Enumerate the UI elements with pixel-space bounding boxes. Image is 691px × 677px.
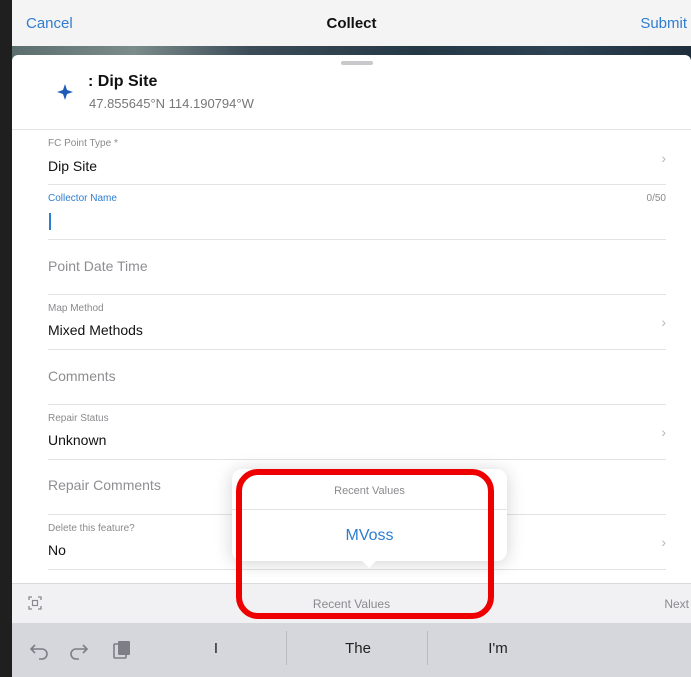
suggestion-item[interactable]: The bbox=[298, 640, 418, 657]
chevron-right-icon: › bbox=[661, 424, 666, 440]
field-label: FC Point Type * bbox=[48, 138, 118, 149]
undo-icon[interactable] bbox=[28, 639, 50, 661]
feature-coordinates: 47.855645°N 114.190794°W bbox=[89, 96, 254, 111]
text-cursor bbox=[49, 213, 51, 230]
field-fc-point-type[interactable]: FC Point Type * Dip Site › bbox=[48, 130, 666, 185]
field-placeholder: Comments bbox=[48, 368, 116, 384]
chevron-right-icon: › bbox=[661, 534, 666, 550]
chevron-right-icon: › bbox=[661, 314, 666, 330]
field-label: Map Method bbox=[48, 303, 104, 314]
field-value: Dip Site bbox=[48, 158, 98, 174]
field-placeholder: Point Date Time bbox=[48, 258, 148, 274]
sheet-grabber-handle[interactable] bbox=[341, 61, 373, 65]
suggestion-item[interactable]: I bbox=[156, 640, 276, 657]
field-map-method[interactable]: Map Method Mixed Methods › bbox=[48, 295, 666, 350]
field-label: Delete this feature? bbox=[48, 523, 135, 534]
redo-icon[interactable] bbox=[68, 639, 90, 661]
suggestion-item[interactable]: I'm bbox=[438, 640, 558, 657]
chevron-right-icon: › bbox=[661, 150, 666, 166]
keyboard-suggestion-bar: I The I'm bbox=[12, 623, 691, 677]
divider bbox=[286, 631, 287, 665]
app-frame: Cancel Collect Submit : Dip Site 47.8556… bbox=[12, 0, 691, 677]
highlight-annotation bbox=[236, 469, 494, 619]
paste-icon[interactable] bbox=[110, 639, 132, 661]
field-label: Collector Name bbox=[48, 193, 117, 204]
next-button[interactable]: Next bbox=[664, 597, 689, 611]
submit-button[interactable]: Submit bbox=[640, 15, 687, 32]
feature-header: : Dip Site 47.855645°N 114.190794°W bbox=[12, 69, 691, 129]
field-value: Mixed Methods bbox=[48, 322, 143, 338]
field-comments[interactable]: Comments bbox=[48, 350, 666, 405]
field-value: Unknown bbox=[48, 432, 107, 448]
feature-title: : Dip Site bbox=[88, 73, 158, 90]
field-point-date-time[interactable]: Point Date Time bbox=[48, 240, 666, 295]
character-counter: 0/50 bbox=[646, 193, 666, 204]
page-title: Collect bbox=[326, 15, 377, 32]
field-collector-name[interactable]: Collector Name 0/50 bbox=[48, 185, 666, 240]
navigation-bar: Cancel Collect Submit bbox=[12, 0, 691, 48]
crosshair-point-icon bbox=[57, 84, 73, 100]
field-placeholder: Repair Comments bbox=[48, 477, 161, 493]
field-label: Repair Status bbox=[48, 413, 109, 424]
divider bbox=[427, 631, 428, 665]
field-value: No bbox=[48, 542, 66, 558]
field-repair-status[interactable]: Repair Status Unknown › bbox=[48, 405, 666, 460]
